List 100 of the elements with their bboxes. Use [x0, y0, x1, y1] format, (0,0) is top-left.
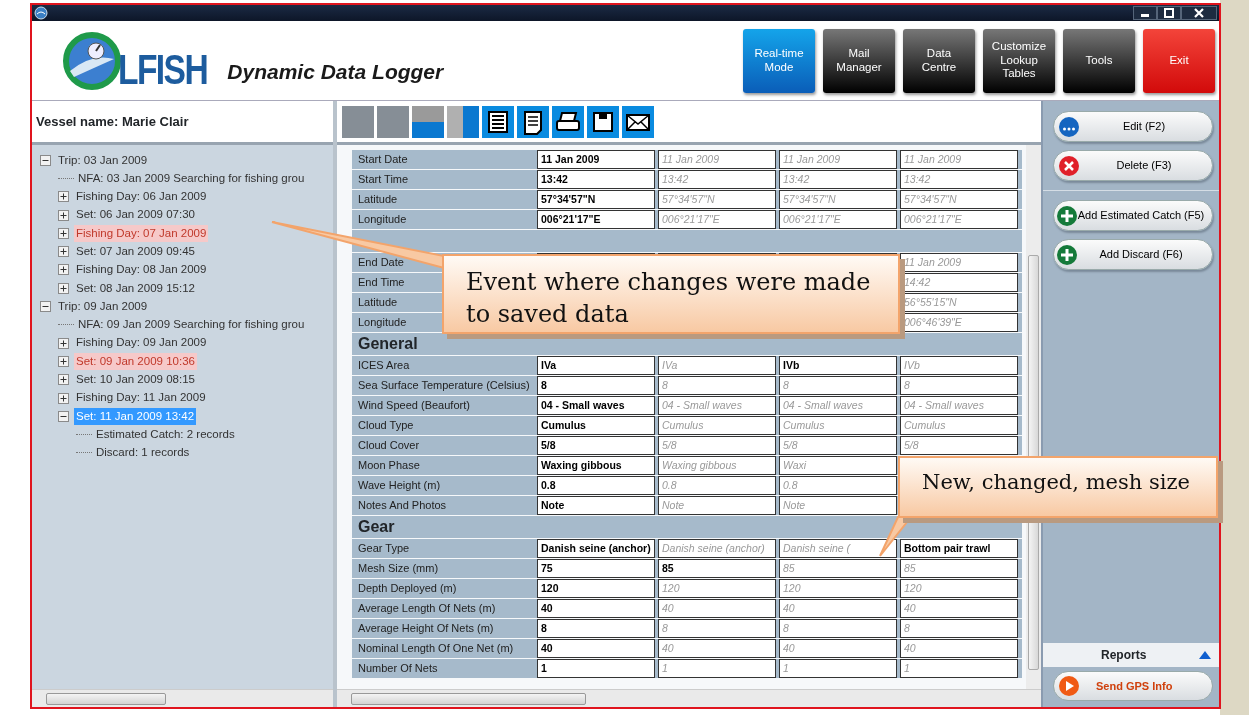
row-label: Number Of Nets [358, 661, 438, 676]
row-label: Cloud Type [358, 418, 414, 433]
value-cell: Cumulus [658, 416, 776, 435]
collapse-icon[interactable] [40, 301, 51, 312]
nav-button[interactable]: Tools [1063, 28, 1135, 93]
expand-icon[interactable] [58, 282, 69, 294]
tree-item[interactable]: NFA: 09 Jan 2009 Searching for fishing grou [76, 316, 307, 334]
expand-icon[interactable] [58, 337, 69, 349]
split-view-icon[interactable] [412, 105, 444, 138]
row-label: Average Length Of Nets (m) [358, 601, 496, 616]
value-cell: 0.8 [779, 476, 897, 495]
expand-icon[interactable] [58, 374, 69, 386]
value-cell: 5/8 [900, 436, 1018, 455]
value-cell: 8 [658, 619, 776, 638]
value-cell: 5/8 [537, 436, 655, 455]
view-tile-icon[interactable] [342, 105, 374, 138]
close-button[interactable] [1181, 6, 1217, 20]
view-tile-icon[interactable] [377, 105, 409, 138]
tree-item[interactable]: Set: 07 Jan 2009 09:45 [74, 243, 197, 261]
collapse-icon[interactable] [40, 154, 51, 166]
tree-item[interactable]: Fishing Day: 11 Jan 2009 [74, 389, 208, 407]
expand-up-icon[interactable] [1199, 651, 1211, 659]
expand-icon[interactable] [58, 264, 69, 276]
horizontal-scrollbar[interactable] [337, 689, 1041, 707]
tree-item[interactable]: Set: 10 Jan 2009 08:15 [74, 371, 197, 389]
value-cell: 0.8 [537, 476, 655, 495]
nav-button[interactable]: Data Centre [903, 28, 975, 93]
expand-icon[interactable] [58, 246, 69, 258]
value-cell: 1 [537, 659, 655, 678]
value-cell: 13:42 [658, 170, 776, 189]
value-cell: 13:42 [537, 170, 655, 189]
tree-item[interactable]: Fishing Day: 06 Jan 2009 [74, 188, 209, 206]
value-cell: IVa [658, 356, 776, 375]
plus-icon [1056, 243, 1078, 266]
nav-button[interactable]: Real-time Mode [743, 28, 815, 93]
envelope-icon[interactable] [622, 105, 654, 138]
value-cell: 006°21'17"E [537, 210, 655, 229]
value-cell: 40 [537, 639, 655, 658]
tree-item[interactable]: Trip: 09 Jan 2009 [56, 297, 150, 316]
value-cell: 11 Jan 2009 [658, 150, 776, 169]
expand-icon[interactable] [58, 392, 69, 404]
send-gps-button[interactable]: Send GPS Info [1053, 671, 1213, 701]
action-button[interactable]: Add Discard (F6) [1053, 239, 1213, 270]
nav-button[interactable]: Mail Manager [823, 28, 895, 93]
value-cell: 120 [779, 579, 897, 598]
value-cell: 40 [779, 639, 897, 658]
value-cell: IVb [779, 356, 897, 375]
row-label: Wave Height (m) [358, 478, 441, 493]
row-label: Longitude [358, 212, 407, 227]
value-cell: Cumulus [537, 416, 655, 435]
value-cell: 57°34'57"N [537, 190, 655, 209]
action-button[interactable]: Edit (F2) [1053, 111, 1213, 142]
restore-button[interactable] [1157, 6, 1181, 20]
app-subtitle: Dynamic Data Logger [227, 58, 444, 85]
app-globe-icon [34, 6, 48, 20]
nav-button[interactable]: Customize Lookup Tables [983, 28, 1055, 93]
collapse-icon[interactable] [58, 410, 69, 422]
tree-item[interactable]: Fishing Day: 07 Jan 2009 [74, 224, 209, 242]
row-label: Depth Deployed (m) [358, 581, 457, 596]
tree-item[interactable]: Estimated Catch: 2 records [94, 425, 237, 444]
value-cell: 8 [537, 376, 655, 395]
tree-item[interactable]: Trip: 03 Jan 2009 [56, 151, 150, 169]
value-cell: 006°21'17"E [779, 210, 897, 229]
row-label: Wind Speed (Beaufort) [358, 398, 470, 413]
value-cell: 11 Jan 2009 [779, 150, 897, 169]
row-label: Sea Surface Temperature (Celsius) [358, 378, 530, 393]
document-icon[interactable] [482, 105, 514, 138]
value-cell: 75 [537, 559, 655, 578]
expand-icon[interactable] [58, 191, 69, 203]
expand-icon[interactable] [58, 209, 69, 221]
value-cell: 1 [900, 659, 1018, 678]
nav-button[interactable]: Exit [1143, 28, 1215, 93]
value-cell: 1 [658, 659, 776, 678]
horizontal-scrollbar[interactable] [32, 689, 333, 707]
value-cell: 11 Jan 2009 [537, 150, 655, 169]
tree-item[interactable]: Fishing Day: 09 Jan 2009 [74, 334, 209, 352]
restore-icon[interactable] [1164, 8, 1174, 18]
tree-item[interactable]: Set: 09 Jan 2009 10:36 [74, 352, 197, 371]
minimize-button[interactable] [1133, 6, 1157, 20]
split-view-icon[interactable] [447, 105, 479, 138]
value-cell: 8 [900, 376, 1018, 395]
value-cell: 57°34'57"N [900, 190, 1018, 209]
action-button[interactable]: Delete (F3) [1053, 150, 1213, 181]
expand-icon[interactable] [58, 227, 69, 239]
tree-item[interactable]: Discard: 1 records [94, 444, 192, 462]
value-cell: 1 [779, 659, 897, 678]
value-cell: Cumulus [900, 416, 1018, 435]
printer-icon[interactable] [552, 105, 584, 138]
action-button[interactable]: Add Estimated Catch (F5) [1053, 200, 1213, 231]
row-label: Latitude [358, 192, 398, 207]
close-icon[interactable] [1194, 8, 1204, 18]
value-cell: 40 [537, 599, 655, 618]
tree-item[interactable]: Set: 06 Jan 2009 07:30 [74, 206, 197, 224]
row-label: Gear Type [358, 541, 410, 556]
value-cell: Waxi [779, 456, 897, 475]
tree-item[interactable]: Fishing Day: 08 Jan 2009 [74, 261, 209, 279]
tree-item[interactable]: Set: 08 Jan 2009 15:12 [74, 279, 197, 297]
expand-icon[interactable] [58, 355, 69, 367]
tree-item[interactable]: NFA: 03 Jan 2009 Searching for fishing grou [76, 169, 307, 188]
notepad-icon[interactable] [517, 105, 549, 138]
